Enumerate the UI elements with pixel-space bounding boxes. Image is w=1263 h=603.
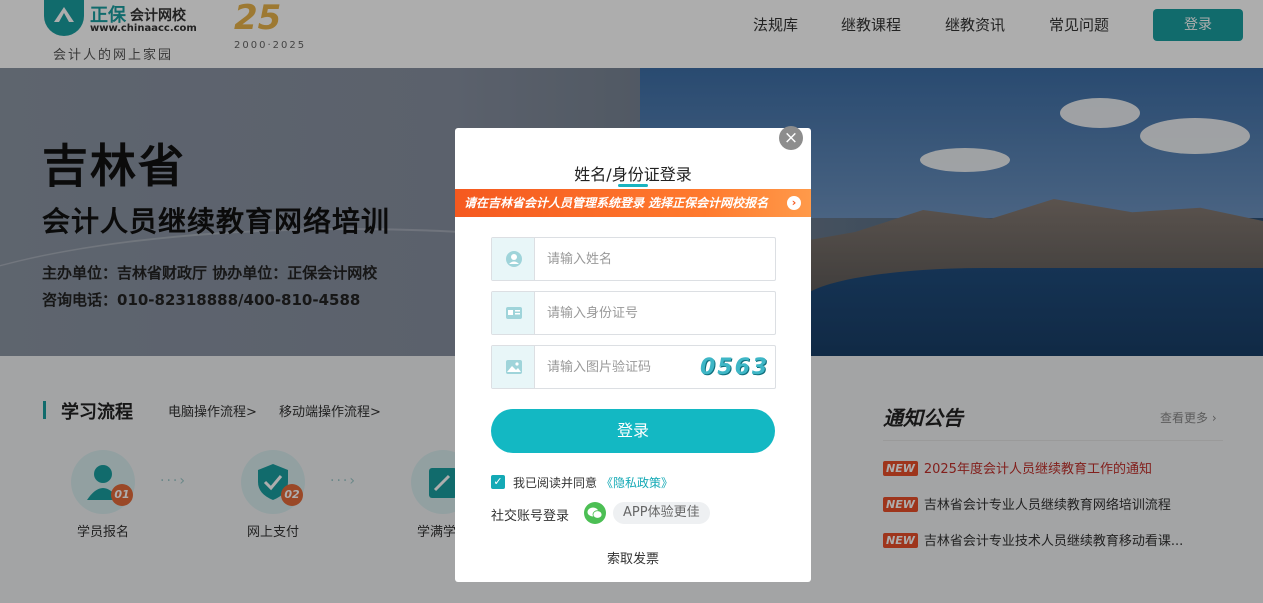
close-icon[interactable]: ×	[779, 126, 803, 150]
promo-banner-text: 请在吉林省会计人员管理系统登录 选择正保会计网校报名	[464, 196, 769, 210]
invoice-link[interactable]: 索取发票	[455, 548, 811, 567]
privacy-policy-link[interactable]: 《隐私政策》	[601, 474, 673, 491]
captcha-input[interactable]	[547, 346, 687, 388]
login-button[interactable]: 登录	[491, 409, 775, 453]
wechat-icon[interactable]	[584, 502, 606, 524]
login-modal: × 姓名/身份证登录 请在吉林省会计人员管理系统登录 选择正保会计网校报名 › …	[455, 126, 811, 582]
agree-checkbox[interactable]: ✓	[491, 475, 505, 489]
chevron-right-icon: ›	[787, 196, 801, 210]
agree-label: 我已阅读并同意	[513, 476, 598, 490]
captcha-image[interactable]: 0563	[700, 354, 770, 382]
user-icon	[492, 238, 535, 280]
id-number-input[interactable]	[547, 292, 687, 334]
name-field[interactable]	[491, 237, 776, 281]
id-card-icon	[492, 292, 535, 334]
name-input[interactable]	[547, 238, 687, 280]
image-icon	[492, 346, 535, 388]
modal-title: 姓名/身份证登录	[574, 165, 692, 184]
app-promo-pill[interactable]: APP体验更佳	[613, 502, 710, 524]
title-underline	[618, 184, 648, 187]
modal-promo-banner[interactable]: 请在吉林省会计人员管理系统登录 选择正保会计网校报名 ›	[455, 189, 811, 217]
id-field[interactable]	[491, 291, 776, 335]
captcha-field[interactable]: 0563	[491, 345, 776, 389]
social-login-label: 社交账号登录	[491, 509, 570, 524]
